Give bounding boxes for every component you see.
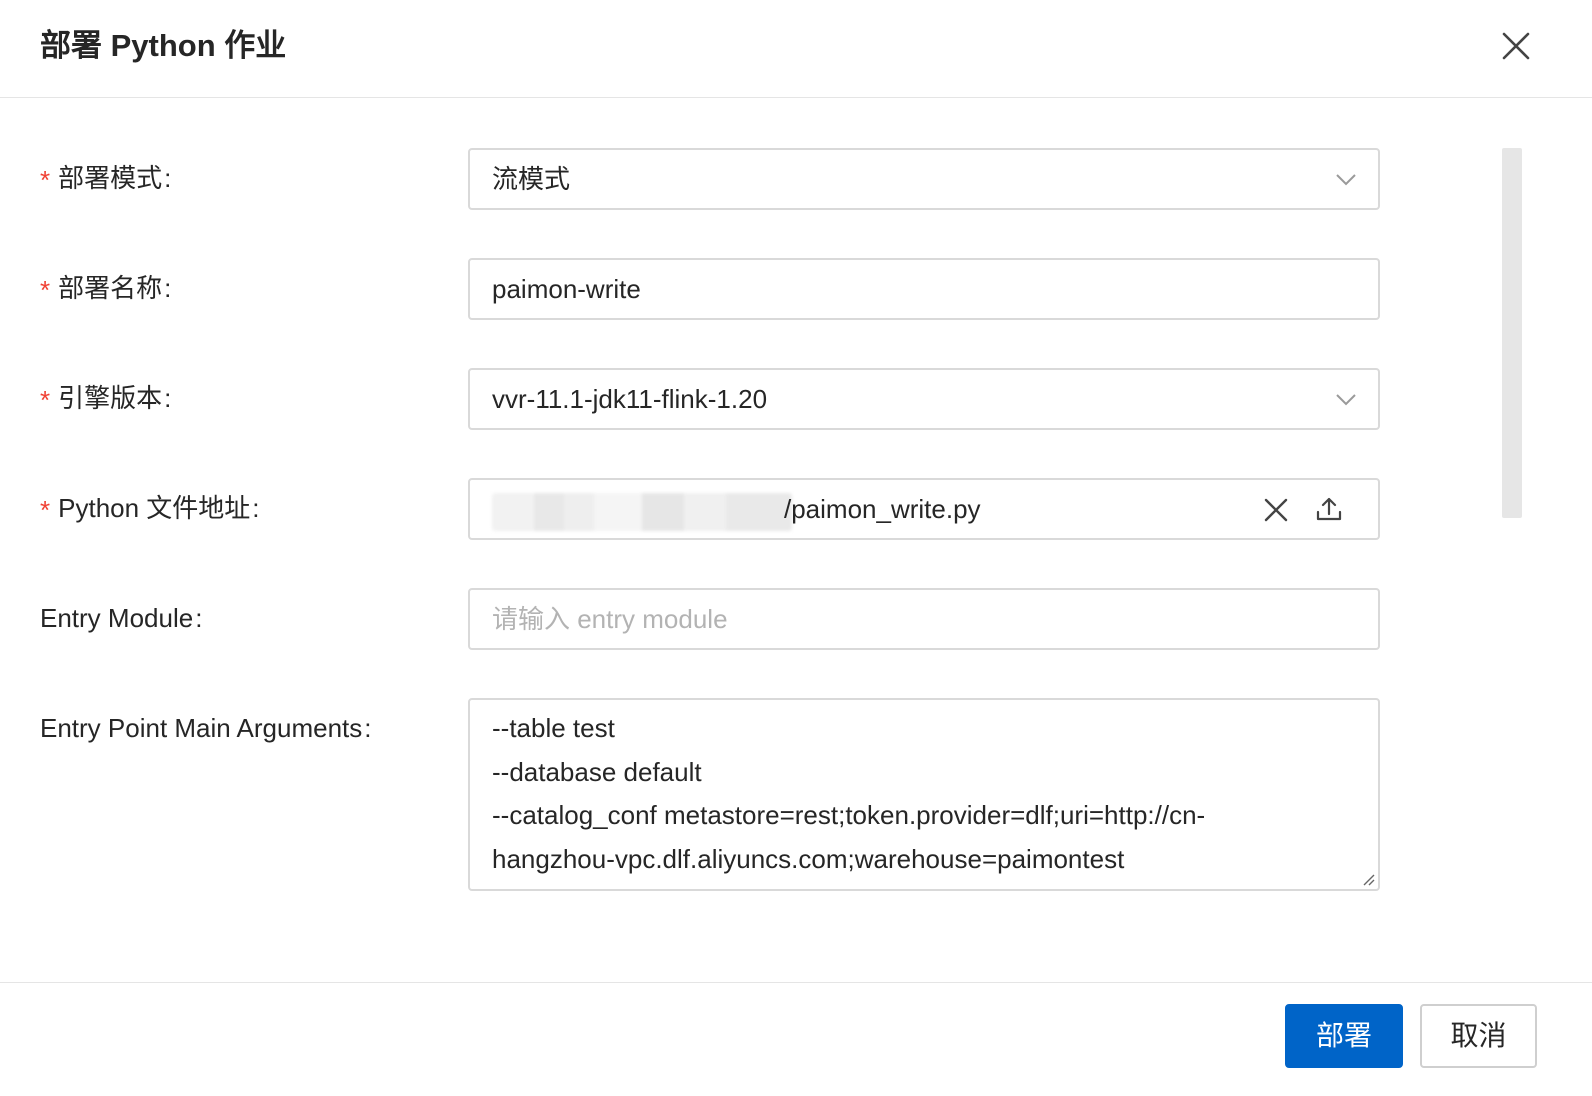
python-file-label: * Python 文件地址: <box>40 493 260 525</box>
upload-icon[interactable] <box>1314 494 1344 524</box>
cancel-button[interactable]: 取消 <box>1420 1004 1537 1068</box>
entry-module-placeholder: 请输入 entry module <box>492 604 728 634</box>
chevron-down-icon <box>1336 174 1356 186</box>
close-button[interactable] <box>1496 26 1536 66</box>
deploy-mode-label: * 部署模式: <box>40 163 172 195</box>
engine-version-value: vvr-11.1-jdk11-flink-1.20 <box>492 384 768 414</box>
python-file-input[interactable]: /paimon_write.py <box>468 478 1380 540</box>
required-mark: * <box>40 385 51 415</box>
entry-args-textarea[interactable]: --table test --database default --catalo… <box>468 698 1380 891</box>
python-file-value: /paimon_write.py <box>784 494 981 524</box>
deploy-name-input[interactable]: paimon-write <box>468 258 1380 320</box>
entry-args-line: --database default <box>492 757 702 787</box>
deploy-mode-value: 流模式 <box>492 164 571 194</box>
engine-version-select[interactable]: vvr-11.1-jdk11-flink-1.20 <box>468 368 1380 430</box>
required-mark: * <box>40 275 51 305</box>
entry-args-line: --catalog_conf metastore=rest;token.prov… <box>492 800 1206 830</box>
engine-version-label: * 引擎版本: <box>40 383 172 415</box>
deploy-name-label: * 部署名称: <box>40 273 172 305</box>
deploy-mode-select[interactable]: 流模式 <box>468 148 1380 210</box>
entry-args-line: hangzhou-vpc.dlf.aliyuncs.com;warehouse=… <box>492 844 1125 874</box>
clear-icon[interactable] <box>1262 496 1290 524</box>
dialog-footer: 部署 取消 <box>0 982 1592 1096</box>
entry-args-line: --table test <box>492 713 615 743</box>
redacted-path <box>492 493 792 531</box>
required-mark: * <box>40 165 51 195</box>
dialog-header: 部署 Python 作业 <box>0 0 1592 98</box>
chevron-down-icon <box>1336 394 1356 406</box>
scrollbar[interactable] <box>1502 148 1522 518</box>
entry-module-label: Entry Module: <box>40 603 203 633</box>
resize-handle-icon[interactable] <box>1360 871 1376 887</box>
entry-args-label: Entry Point Main Arguments: <box>40 713 372 743</box>
close-icon <box>1502 32 1530 60</box>
required-mark: * <box>40 495 51 525</box>
dialog-title: 部署 Python 作业 <box>40 28 287 63</box>
deploy-button[interactable]: 部署 <box>1285 1004 1403 1068</box>
entry-module-input[interactable]: 请输入 entry module <box>468 588 1380 650</box>
deploy-name-value: paimon-write <box>492 274 641 304</box>
